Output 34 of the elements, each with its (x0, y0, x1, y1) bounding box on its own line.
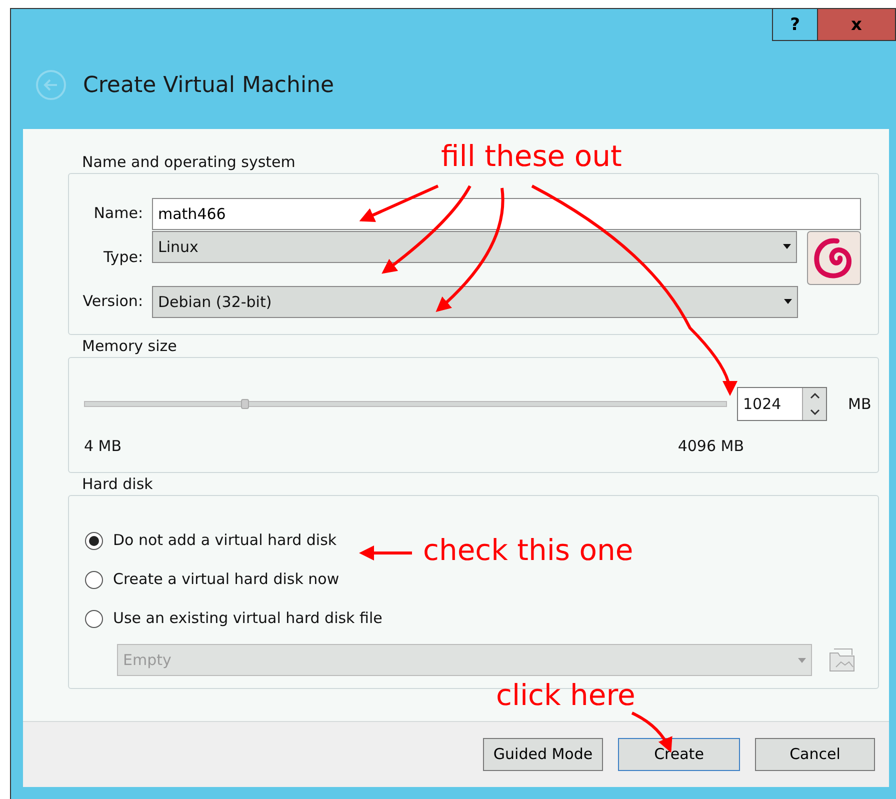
field-label: Version: (82, 291, 144, 312)
annotation-text: check this one (423, 536, 634, 565)
close-button[interactable]: x (818, 9, 896, 41)
memory-spinbox[interactable]: 1024 (737, 387, 827, 421)
radio-button[interactable] (85, 610, 103, 628)
caret-icon (784, 298, 792, 304)
help-button[interactable]: ? (772, 9, 818, 41)
max-label: 4096 MB (678, 436, 744, 457)
slider-thumb[interactable] (241, 399, 250, 409)
caret-icon (798, 658, 806, 662)
radio-button[interactable] (85, 532, 103, 550)
caret-icon (783, 244, 791, 249)
annotation-arrow (359, 546, 412, 560)
dropdown[interactable]: Debian (32-bit) (152, 286, 798, 318)
spin-up-icon[interactable] (810, 393, 820, 399)
radio-label[interactable]: Use an existing virtual hard disk file (113, 607, 382, 630)
radio-button[interactable] (85, 570, 103, 588)
memory-slider[interactable] (84, 401, 727, 407)
dialog-button[interactable]: Cancel (755, 738, 875, 771)
window-title: Create Virtual Machine (83, 72, 334, 100)
radio-label[interactable]: Do not add a virtual hard disk (113, 529, 337, 552)
min-label: 4 MB (84, 436, 122, 457)
spin-down-icon[interactable] (810, 409, 820, 415)
dialog-button[interactable]: Create (618, 738, 740, 771)
field-label: Name: (92, 203, 144, 224)
field-label: Type: (102, 247, 144, 268)
text-field[interactable]: math466 (152, 198, 861, 230)
radio-label[interactable]: Create a virtual hard disk now (113, 568, 340, 591)
annotation-text: fill these out (441, 142, 622, 171)
debian-swirl-icon (807, 230, 861, 284)
dropdown[interactable]: Linux (152, 230, 797, 262)
dialog-button[interactable]: Guided Mode (483, 738, 603, 771)
annotation-text: click here (496, 681, 636, 710)
unit-label: MB (848, 394, 872, 415)
